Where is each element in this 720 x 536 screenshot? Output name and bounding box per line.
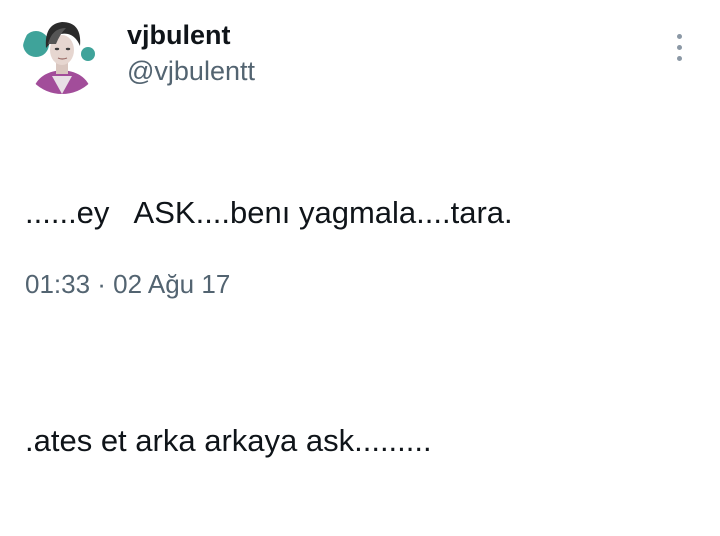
more-dot xyxy=(677,34,682,39)
more-dot xyxy=(677,56,682,61)
author-handle[interactable]: @vjbulentt xyxy=(127,54,255,88)
author-info: vjbulent @vjbulentt xyxy=(127,18,255,88)
author-display-name[interactable]: vjbulent xyxy=(127,18,255,52)
tweet-timestamp[interactable]: 01:33 · 02 Ağu 17 xyxy=(25,268,230,300)
tweet-text-line: ......ey ASK....benı yagmala....tara. xyxy=(25,195,513,230)
more-options-icon[interactable] xyxy=(664,30,694,66)
tweet-card: vjbulent @vjbulentt ......ey ASK....benı… xyxy=(0,0,720,458)
tweet-text: ......ey ASK....benı yagmala....tara. .a… xyxy=(25,118,513,536)
more-dot xyxy=(677,45,682,50)
avatar[interactable] xyxy=(22,14,102,94)
tweet-text-line: .ates et arka arkaya ask......... xyxy=(25,423,432,458)
tweet-text-gap xyxy=(25,308,513,346)
